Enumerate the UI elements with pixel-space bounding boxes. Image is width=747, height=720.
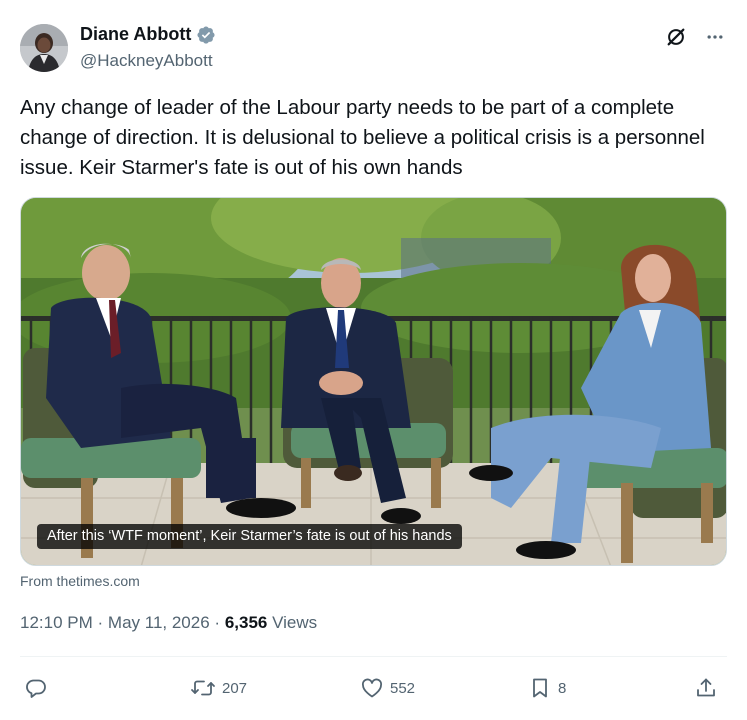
share-icon	[694, 676, 718, 700]
tweet-top-actions	[665, 26, 725, 53]
share-button[interactable]	[694, 676, 718, 700]
verified-badge-icon[interactable]	[196, 25, 216, 45]
more-icon[interactable]	[705, 27, 725, 52]
media-card[interactable]: After this ‘WTF moment’, Keir Starmer’s …	[20, 197, 727, 566]
repost-icon	[190, 676, 216, 700]
meta-separator: ·	[214, 613, 221, 632]
bookmark-count: 8	[558, 679, 567, 697]
avatar[interactable]	[20, 24, 68, 72]
bookmark-icon	[528, 676, 552, 700]
bookmark-button[interactable]: 8	[528, 676, 566, 700]
like-icon	[360, 676, 384, 700]
author-display-name[interactable]: Diane Abbott	[80, 24, 191, 45]
reply-icon	[24, 676, 48, 700]
author-name-row: Diane Abbott	[80, 24, 216, 45]
repost-count: 207	[222, 679, 248, 697]
divider	[20, 656, 727, 657]
reply-button[interactable]	[24, 676, 54, 700]
media-caption: After this ‘WTF moment’, Keir Starmer’s …	[37, 524, 462, 549]
tweet-time[interactable]: 12:10 PM	[20, 613, 93, 632]
link-source[interactable]: From thetimes.com	[20, 573, 140, 589]
action-bar: 207 552 8	[20, 672, 727, 706]
like-button[interactable]: 552	[360, 676, 415, 700]
tweet-text: Any change of leader of the Labour party…	[20, 96, 705, 179]
meta-separator: ·	[97, 613, 104, 632]
avatar-image	[20, 24, 68, 72]
tweet-meta: 12:10 PM · May 11, 2026 · 6,356 Views	[20, 613, 317, 633]
grok-icon[interactable]	[665, 26, 687, 53]
repost-button[interactable]: 207	[190, 676, 247, 700]
media-photo	[21, 198, 726, 565]
views-label: Views	[272, 613, 318, 632]
views-count[interactable]: 6,356	[225, 613, 268, 632]
author-handle[interactable]: @HackneyAbbott	[80, 51, 213, 71]
like-count: 552	[390, 679, 416, 697]
tweet-date[interactable]: May 11, 2026	[108, 613, 210, 632]
